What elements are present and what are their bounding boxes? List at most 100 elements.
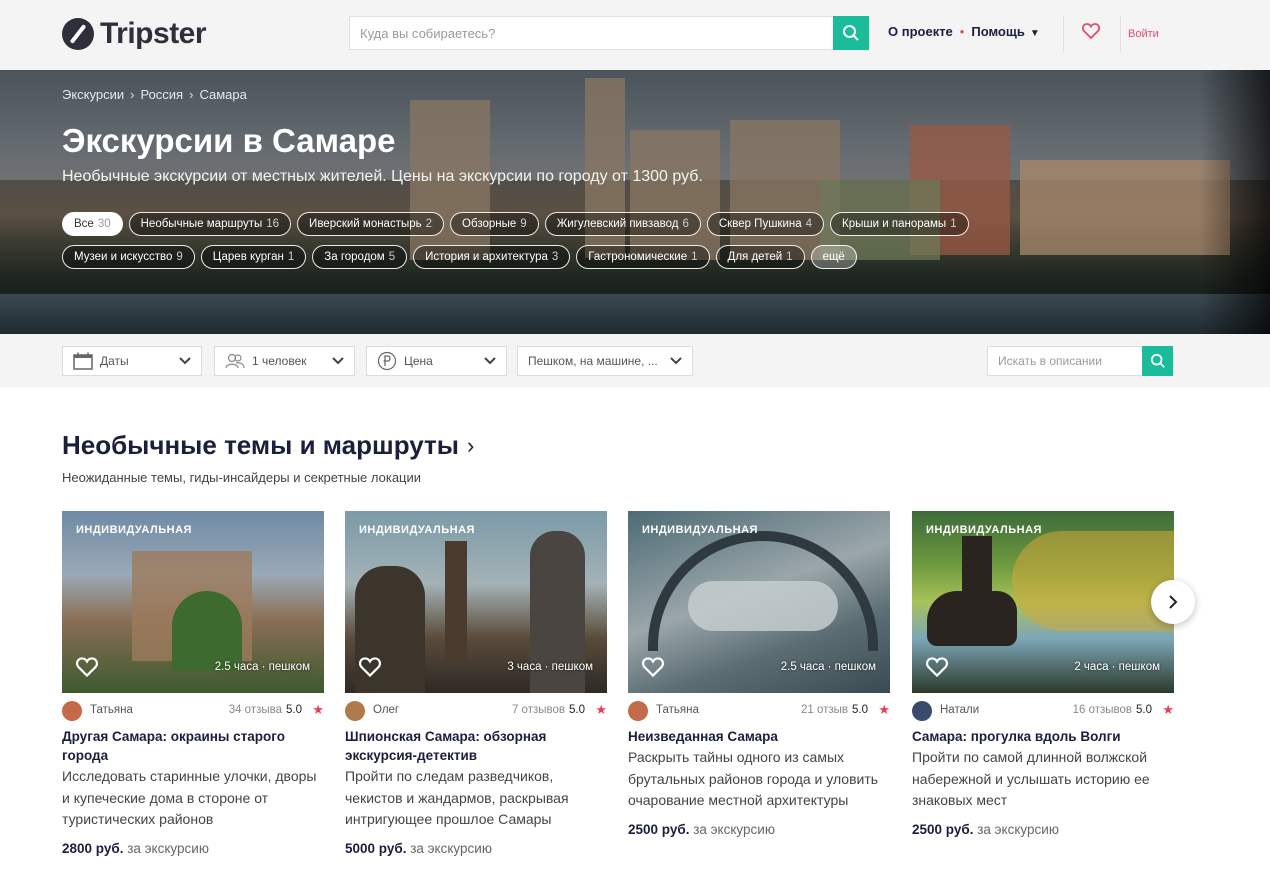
reviews-label: 16 отзывов (1072, 704, 1132, 716)
star-icon: ★ (1162, 702, 1174, 717)
chip-more[interactable]: ещё (810, 245, 857, 269)
top-header: Tripster О проекте • Помощь ▼ Войти (0, 0, 1270, 70)
photo-tree (172, 591, 242, 671)
chip-count: 3 (551, 251, 559, 263)
tour-price: 2500 руб. за экскурсию (912, 822, 1174, 837)
tour-meta: Олег 7 отзывов 5.0 ★ (345, 701, 607, 723)
price-value: 2500 руб. (912, 821, 974, 837)
chip-gastronomic[interactable]: Гастрономические 1 (576, 245, 710, 269)
category-chips-row: Музеи и искусство 9 Царев курган 1 За горо… (62, 245, 1202, 269)
description-search-button[interactable] (1142, 346, 1173, 376)
chip-label: История и архитектура (425, 251, 548, 263)
reviews-count[interactable]: 34 отзыва 5.0 (229, 704, 302, 716)
chip-label: Сквер Пушкина (718, 218, 802, 230)
destination-search-input[interactable] (349, 16, 833, 50)
add-favorite-button[interactable] (359, 657, 381, 682)
nav-help-menu[interactable]: Помощь ▼ (971, 24, 1039, 39)
guide-avatar[interactable] (345, 701, 365, 721)
chip-count: 1 (950, 218, 957, 230)
breadcrumb-item[interactable]: Самара (199, 87, 246, 102)
guide-name[interactable]: Татьяна (90, 704, 133, 716)
breadcrumb-item[interactable]: Россия (140, 87, 183, 102)
chevron-down-icon (179, 357, 191, 365)
tour-title[interactable]: Неизведанная Самара (628, 727, 890, 746)
heart-icon (926, 657, 948, 678)
chip-museums[interactable]: Музеи и искусство 9 (62, 245, 195, 269)
hero-river (0, 294, 1270, 334)
hero-building (630, 130, 720, 260)
description-search-input[interactable] (987, 346, 1142, 376)
tour-card[interactable]: индивидуальная 3 часа · пешком Олег 7 от… (345, 511, 607, 856)
chip-label: Все (74, 218, 94, 230)
photo-statue-horse (927, 591, 1017, 646)
chip-all[interactable]: Все 30 (62, 212, 123, 236)
chip-unusual-routes[interactable]: Необычные маршруты 16 (128, 212, 292, 236)
guide-name[interactable]: Олег (373, 704, 399, 716)
carousel-next-button[interactable] (1151, 580, 1195, 624)
tour-photo[interactable]: индивидуальная 2 часа · пешком (912, 511, 1174, 693)
price-suffix: за экскурсию (693, 821, 775, 837)
tour-card[interactable]: индивидуальная 2 часа · пешком Натали 16… (912, 511, 1174, 837)
rating-score: 5.0 (286, 704, 302, 716)
breadcrumb-separator: › (130, 87, 135, 102)
chip-history[interactable]: История и архитектура 3 (413, 245, 571, 269)
people-filter[interactable]: 1 человек (214, 346, 355, 376)
add-favorite-button[interactable] (926, 657, 948, 682)
chip-brewery[interactable]: Жигулевский пивзавод 6 (544, 212, 701, 236)
chevron-down-icon (484, 357, 496, 365)
reviews-count[interactable]: 7 отзывов 5.0 (512, 704, 585, 716)
tour-title[interactable]: Самара: прогулка вдоль Волги (912, 727, 1174, 746)
chip-overview[interactable]: Обзорные 9 (450, 212, 539, 236)
chip-label: Обзорные (462, 218, 517, 230)
reviews-count[interactable]: 16 отзывов 5.0 (1073, 704, 1152, 716)
login-link[interactable]: Войти (1128, 28, 1159, 40)
add-favorite-button[interactable] (642, 657, 664, 682)
tour-card[interactable]: индивидуальная 2.5 часа · пешком Татьяна… (628, 511, 890, 837)
tour-photo[interactable]: индивидуальная 2.5 часа · пешком (62, 511, 324, 693)
page-title: Экскурсии в Самаре (62, 122, 396, 159)
tour-description: Исследовать старинные улочки, дворы и ку… (62, 768, 317, 827)
chevron-down-icon (670, 357, 682, 365)
chip-count: 1 (287, 251, 295, 263)
section-title-link[interactable]: Необычные темы и маршруты › (62, 430, 474, 461)
tour-title[interactable]: Шпионская Самара: обзорная экскурсия-дет… (345, 727, 607, 765)
chip-count: 9 (176, 251, 183, 263)
breadcrumb-item[interactable]: Экскурсии (62, 87, 124, 102)
price-filter[interactable]: Цена (366, 346, 507, 376)
search-button[interactable] (833, 16, 869, 50)
guide-avatar[interactable] (912, 701, 932, 721)
tour-photo[interactable]: индивидуальная 3 часа · пешком (345, 511, 607, 693)
tour-card[interactable]: индивидуальная 2.5 часа · пешком Татьяна… (62, 511, 324, 856)
add-favorite-button[interactable] (76, 657, 98, 682)
reviews-label: 34 отзыва (228, 704, 282, 716)
chip-roofs[interactable]: Крыши и панорамы 1 (830, 212, 969, 236)
dates-filter[interactable]: Даты (62, 346, 202, 376)
chip-count: 4 (805, 218, 813, 230)
chip-label: Крыши и панорамы (842, 218, 947, 230)
chip-pushkin-square[interactable]: Сквер Пушкина 4 (706, 212, 825, 236)
favorites-button[interactable] (1082, 23, 1100, 44)
guide-name[interactable]: Татьяна (656, 704, 699, 716)
page-subtitle: Необычные экскурсии от местных жителей. … (62, 168, 703, 185)
chip-label: Иверский монастырь (309, 218, 422, 230)
tour-photo[interactable]: индивидуальная 2.5 часа · пешком (628, 511, 890, 693)
logo[interactable]: Tripster (62, 16, 207, 52)
reviews-count[interactable]: 21 отзыв 5.0 (801, 704, 868, 716)
price-suffix: за экскурсию (410, 840, 492, 856)
guide-avatar[interactable] (628, 701, 648, 721)
chevron-right-icon (1169, 595, 1178, 609)
guide-name[interactable]: Натали (940, 704, 979, 716)
chip-out-of-town[interactable]: За городом 5 (312, 245, 408, 269)
transport-filter[interactable]: Пешком, на машине, ... (517, 346, 693, 376)
price-suffix: за экскурсию (977, 821, 1059, 837)
chip-tsarev-kurgan[interactable]: Царев курган 1 (200, 245, 307, 269)
tour-duration: 2.5 часа · пешком (214, 661, 310, 673)
section-subtitle: Неожиданные темы, гиды-инсайдеры и секре… (62, 470, 422, 485)
chip-for-kids[interactable]: Для детей 1 (715, 245, 805, 269)
tour-title[interactable]: Другая Самара: окраины старого города (62, 727, 324, 765)
chip-iversky-monastery[interactable]: Иверский монастырь 2 (297, 212, 445, 236)
nav-help-label: Помощь (971, 24, 1025, 39)
guide-avatar[interactable] (62, 701, 82, 721)
nav-about-link[interactable]: О проекте (888, 24, 953, 39)
tour-meta: Натали 16 отзывов 5.0 ★ (912, 701, 1174, 723)
